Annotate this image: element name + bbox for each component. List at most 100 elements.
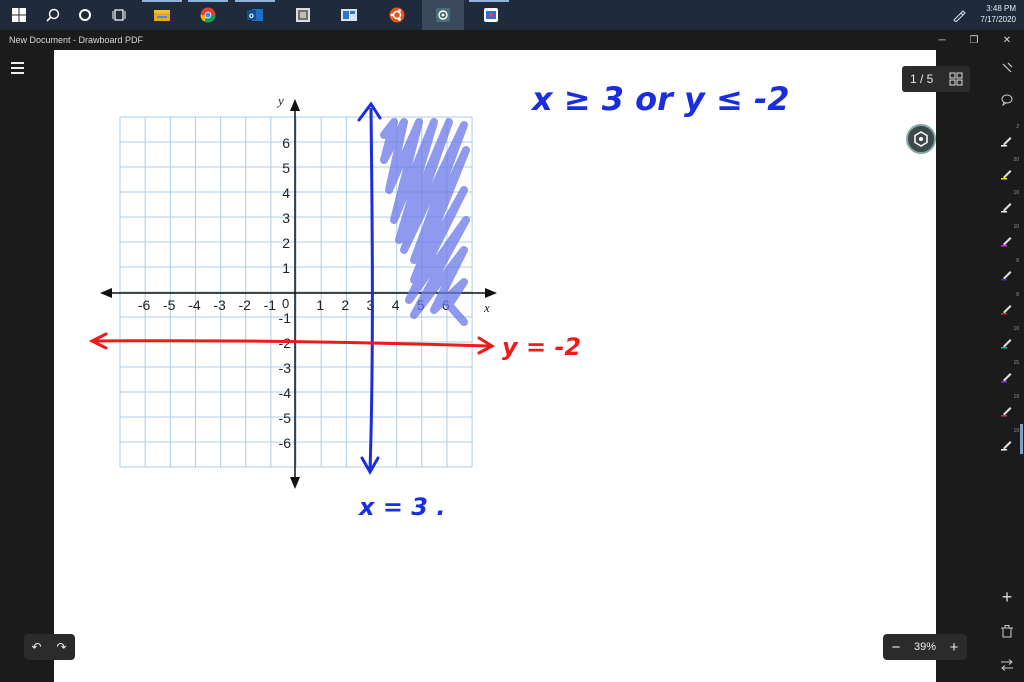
comment-tool[interactable] xyxy=(995,88,1019,112)
pen-icon xyxy=(1001,407,1012,417)
system-clock[interactable]: 3:48 PM 7/17/2020 xyxy=(980,3,1016,25)
pen-icon xyxy=(1001,441,1012,451)
pen-size-label: 19 xyxy=(1013,428,1019,434)
lasso-tool[interactable] xyxy=(995,56,1019,80)
paint-app-icon[interactable] xyxy=(480,4,502,26)
app-gray-icon[interactable] xyxy=(292,4,314,26)
pen-icon xyxy=(1001,373,1012,383)
x-tick-label: 2 xyxy=(341,297,349,313)
search-icon[interactable] xyxy=(42,4,64,26)
swap-icon xyxy=(1001,659,1013,671)
zoom-in-button[interactable]: + xyxy=(947,639,961,656)
right-tool-rail: 2 20 10 10 8 8 10 15 19 19 + xyxy=(990,50,1024,682)
y-tick-label: 1 xyxy=(282,260,290,276)
origin-label: 0 xyxy=(282,296,289,311)
x-axis-left-arrow xyxy=(100,288,112,298)
undo-redo-group: ↶ ↷ xyxy=(24,634,75,660)
y-tick-label: -1 xyxy=(279,310,292,326)
x-tick-label: 1 xyxy=(316,297,324,313)
pen-icon xyxy=(1001,170,1012,180)
chrome-icon[interactable] xyxy=(197,4,219,26)
task-view-icon[interactable] xyxy=(108,4,130,26)
active-tool-indicator xyxy=(1020,424,1023,454)
y-tick-label: 2 xyxy=(282,235,290,251)
y-axis-label: y xyxy=(276,93,284,108)
left-rail xyxy=(0,50,54,682)
pen-icon xyxy=(1001,339,1012,349)
zoom-out-button[interactable]: − xyxy=(889,639,903,656)
pen-size-label: 8 xyxy=(1016,292,1019,298)
pen-size-label: 10 xyxy=(1013,326,1019,332)
outlook-icon[interactable]: o xyxy=(244,4,266,26)
pen-size-label: 2 xyxy=(1016,124,1019,130)
pen-tool[interactable]: 10 xyxy=(995,224,1019,252)
pen-tool[interactable]: 10 xyxy=(995,326,1019,354)
swap-tool-button[interactable] xyxy=(995,653,1019,677)
inequality-note: x ≥ 3 or y ≤ -2 xyxy=(530,80,790,118)
clock-date: 7/17/2020 xyxy=(980,15,1016,24)
window-titlebar: New Document - Drawboard PDF ─ ❐ ✕ xyxy=(0,30,1024,50)
add-tool-button[interactable]: + xyxy=(995,585,1019,609)
app-running-indicator xyxy=(469,0,509,2)
ubuntu-icon[interactable] xyxy=(386,4,408,26)
clock-time: 3:48 PM xyxy=(986,4,1016,13)
pen-tool[interactable]: 8 xyxy=(995,292,1019,320)
windows-start-icon[interactable] xyxy=(8,4,30,26)
page-counter-label: 1 / 5 xyxy=(910,72,934,86)
blue-line-label: x = 3 . xyxy=(358,493,445,521)
screen: o 3:48 PM 7/17/2020 New Document - Drawb… xyxy=(0,0,1024,682)
pen-tray-icon[interactable] xyxy=(952,8,966,23)
pen-icon xyxy=(1001,305,1012,315)
pen-tool[interactable]: 8 xyxy=(995,258,1019,286)
grid-view-icon[interactable] xyxy=(949,72,963,86)
y-tick-label: 5 xyxy=(282,160,290,176)
menu-icon[interactable] xyxy=(8,58,28,78)
app-blue-icon[interactable] xyxy=(338,4,360,26)
pen-tool[interactable]: 15 xyxy=(995,360,1019,388)
x-tick-label: -6 xyxy=(138,297,151,313)
pen-tool[interactable]: 19 xyxy=(995,394,1019,422)
app-running-indicator xyxy=(188,0,228,2)
cortana-icon[interactable] xyxy=(74,4,96,26)
pen-tool[interactable]: 10 xyxy=(995,190,1019,218)
svg-text:o: o xyxy=(249,11,254,20)
zoom-level: 39% xyxy=(913,641,937,653)
redo-button[interactable]: ↷ xyxy=(49,634,74,660)
pen-icon xyxy=(1001,271,1012,281)
lasso-icon xyxy=(1002,62,1013,73)
pen-tool[interactable]: 2 xyxy=(995,124,1019,152)
window-title: New Document - Drawboard PDF xyxy=(9,35,144,45)
x-tick-label: -4 xyxy=(188,297,201,313)
close-button[interactable]: ✕ xyxy=(1000,33,1014,47)
pen-tool[interactable]: 19 xyxy=(995,428,1019,456)
windows-taskbar: o 3:48 PM 7/17/2020 xyxy=(0,0,1024,30)
hexagon-icon xyxy=(914,131,928,147)
file-explorer-icon[interactable] xyxy=(151,4,173,26)
x-tick-label: -5 xyxy=(163,297,176,313)
pen-size-label: 20 xyxy=(1013,157,1019,163)
drawing-canvas[interactable]: x y 0 -6 -5 -4 -3 -2 -1 1 2 3 4 5 6 654321-1-2-3-4-… xyxy=(54,50,936,682)
red-line-y-minus-2 xyxy=(88,332,496,355)
pen-size-label: 10 xyxy=(1013,190,1019,196)
maximize-button[interactable]: ❐ xyxy=(967,33,981,47)
pen-size-label: 10 xyxy=(1013,224,1019,230)
page-counter[interactable]: 1 / 5 xyxy=(902,66,970,92)
ruler-tool-button[interactable] xyxy=(906,124,936,154)
y-tick-label: 4 xyxy=(282,185,290,201)
pen-icon xyxy=(1001,237,1012,247)
y-tick-label: 6 xyxy=(282,135,290,151)
minimize-button[interactable]: ─ xyxy=(935,33,949,47)
undo-button[interactable]: ↶ xyxy=(24,634,49,660)
red-line-label: y = -2 xyxy=(502,333,581,361)
zoom-control: − 39% + xyxy=(883,634,967,660)
drawboard-taskbar-icon[interactable] xyxy=(422,0,464,30)
y-tick-label: 3 xyxy=(282,210,290,226)
pen-icon xyxy=(1001,137,1012,147)
pen-size-label: 15 xyxy=(1013,360,1019,366)
y-tick-label: -4 xyxy=(279,385,292,401)
delete-tool-button[interactable] xyxy=(995,619,1019,643)
pen-tool[interactable]: 20 xyxy=(995,157,1019,185)
document-page[interactable]: x y 0 -6 -5 -4 -3 -2 -1 1 2 3 4 5 6 6 5 4 3 2 1 -1 -2 -3 -4-… xyxy=(54,50,936,682)
y-tick-label: -3 xyxy=(279,360,292,376)
app-running-indicator xyxy=(235,0,275,2)
